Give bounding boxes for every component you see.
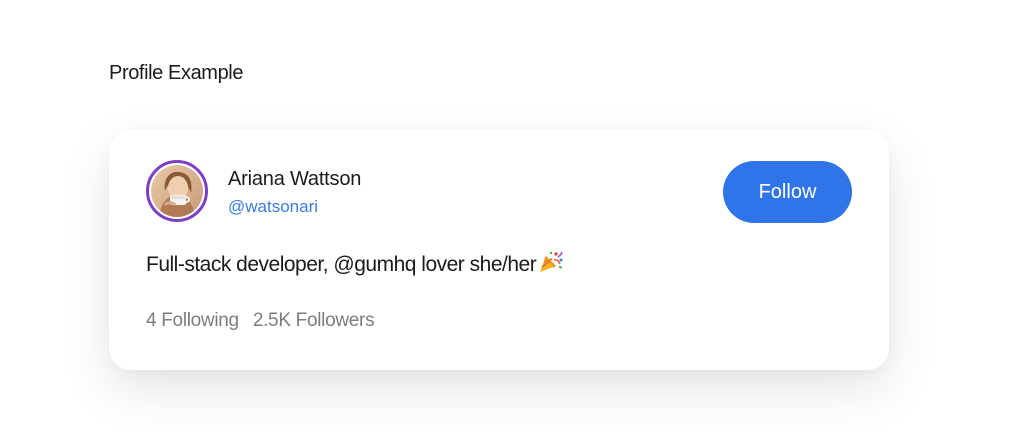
profile-stats: 4 Following 2.5K Followers	[146, 310, 375, 332]
party-popper-icon	[538, 250, 564, 280]
section-title: Profile Example	[109, 62, 244, 84]
follow-button[interactable]: Follow	[723, 161, 852, 223]
avatar-photo	[151, 165, 203, 217]
profile-handle[interactable]: @watsonari	[228, 197, 318, 217]
profile-card: Ariana Wattson @watsonari Follow Full-st…	[109, 130, 889, 370]
bio-text: Full-stack developer, @gumhq lover she/h…	[146, 253, 537, 276]
following-count[interactable]: 4 Following	[146, 310, 239, 331]
profile-name: Ariana Wattson	[228, 168, 362, 190]
profile-bio: Full-stack developer, @gumhq lover she/h…	[146, 250, 564, 280]
avatar[interactable]	[146, 160, 208, 222]
followers-count[interactable]: 2.5K Followers	[253, 310, 375, 331]
page: Profile Example Ariana Wattson @watsonar…	[0, 0, 1028, 436]
